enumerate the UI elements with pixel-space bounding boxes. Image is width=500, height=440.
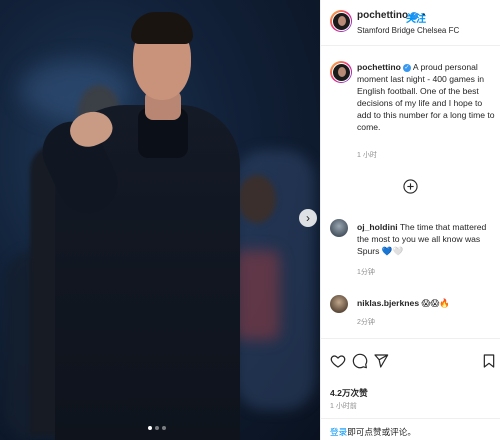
heart-icon[interactable] [330, 353, 346, 369]
post-caption: pochettino ✓ A proud personal moment last… [357, 61, 497, 133]
carousel-dot [148, 426, 152, 430]
comment-username[interactable]: niklas.bjerknes [357, 298, 419, 308]
send-icon[interactable] [373, 353, 389, 369]
caption-username[interactable]: pochettino [357, 62, 401, 72]
caption-time: 1 小时 [357, 152, 377, 159]
comment-text: 😱😱🔥 [421, 298, 451, 308]
comment: niklas.bjerknes 😱😱🔥 [357, 297, 497, 309]
next-slide-button[interactable]: › [299, 209, 317, 227]
plus-circle-icon[interactable] [403, 179, 418, 194]
action-bar [321, 338, 500, 386]
background-person-head [238, 175, 276, 223]
post-side-panel: pochettino ✓ • 关注 Stamford Bridge Chelsea… [320, 0, 500, 440]
verified-badge-icon: ✓ [402, 64, 411, 72]
avatar[interactable] [330, 10, 352, 32]
comment-time: 1分钟 [357, 269, 375, 276]
follow-button[interactable]: 关注 [406, 10, 426, 25]
caption-avatar[interactable] [330, 61, 352, 83]
comment-avatar[interactable] [330, 295, 348, 313]
background-blur [235, 250, 280, 340]
comment-username[interactable]: oj_holdini [357, 222, 398, 232]
login-prompt-text: 即可点赞或评论。 [347, 427, 416, 437]
chevron-right-icon: › [306, 211, 310, 225]
comment-icon[interactable] [352, 353, 368, 369]
comment-time: 2分钟 [357, 319, 375, 326]
carousel-dot [155, 426, 159, 430]
carousel-indicator [148, 426, 166, 430]
login-prompt: 登录即可点赞或评论。 [321, 418, 500, 440]
login-link[interactable]: 登录 [330, 427, 347, 437]
post-header: pochettino ✓ • 关注 Stamford Bridge Chelsea… [321, 0, 500, 46]
main-person-hair [131, 12, 193, 44]
location-link[interactable]: Stamford Bridge Chelsea FC [357, 26, 459, 35]
post-time: 1 小时前 [330, 403, 357, 410]
post-photo[interactable]: › [0, 0, 320, 440]
comment-avatar[interactable] [330, 219, 348, 237]
bookmark-icon[interactable] [481, 353, 497, 369]
comment: oj_holdini The time that mattered the mo… [357, 221, 497, 257]
like-count[interactable]: 4.2万次赞 [330, 387, 368, 399]
caption-text: A proud personal moment last night - 400… [357, 62, 495, 132]
carousel-dot [162, 426, 166, 430]
header-username[interactable]: pochettino [357, 10, 408, 21]
